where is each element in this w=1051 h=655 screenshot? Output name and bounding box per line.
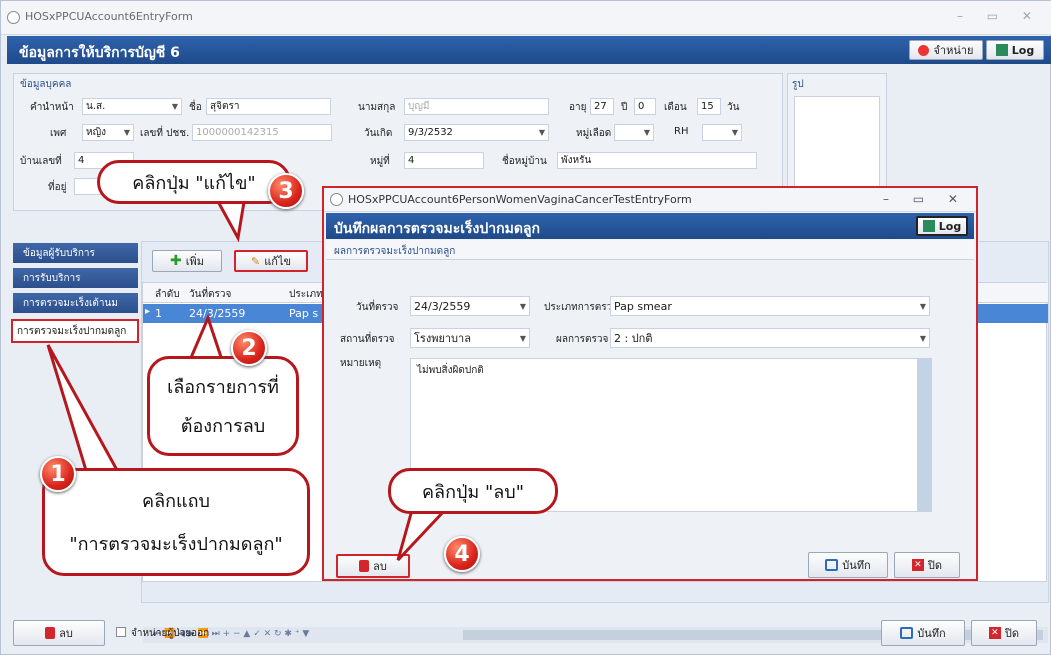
callout-text: คลิกแถบ: [142, 491, 210, 512]
callout-text: "การตรวจมะเร็งปากมดลูก": [69, 534, 283, 555]
callout-select-row: เลือกรายการที่ต้องการลบ: [147, 356, 299, 456]
callout-text: คลิกปุ่ม "แก้ไข": [132, 172, 256, 194]
callout4-pointer: [396, 508, 449, 562]
callout-text: คลิกปุ่ม "ลบ": [422, 481, 524, 503]
step-number: 2: [241, 335, 257, 361]
step4-badge: 4: [444, 536, 480, 572]
step-number: 3: [278, 178, 294, 204]
callout-delete: คลิกปุ่ม "ลบ": [388, 468, 558, 514]
step3-badge: 3: [268, 173, 304, 209]
callout-tab: คลิกแถบ "การตรวจมะเร็งปากมดลูก": [42, 468, 310, 576]
callout-text: เลือกรายการที่: [167, 377, 279, 398]
callout2-pointer: [187, 313, 225, 362]
step-number: 1: [50, 461, 66, 487]
step-number: 4: [454, 541, 470, 567]
step1-badge: 1: [40, 456, 76, 492]
callout-text: ต้องการลบ: [180, 416, 266, 437]
step2-badge: 2: [231, 330, 267, 366]
callout-edit: คลิกปุ่ม "แก้ไข": [97, 160, 291, 204]
